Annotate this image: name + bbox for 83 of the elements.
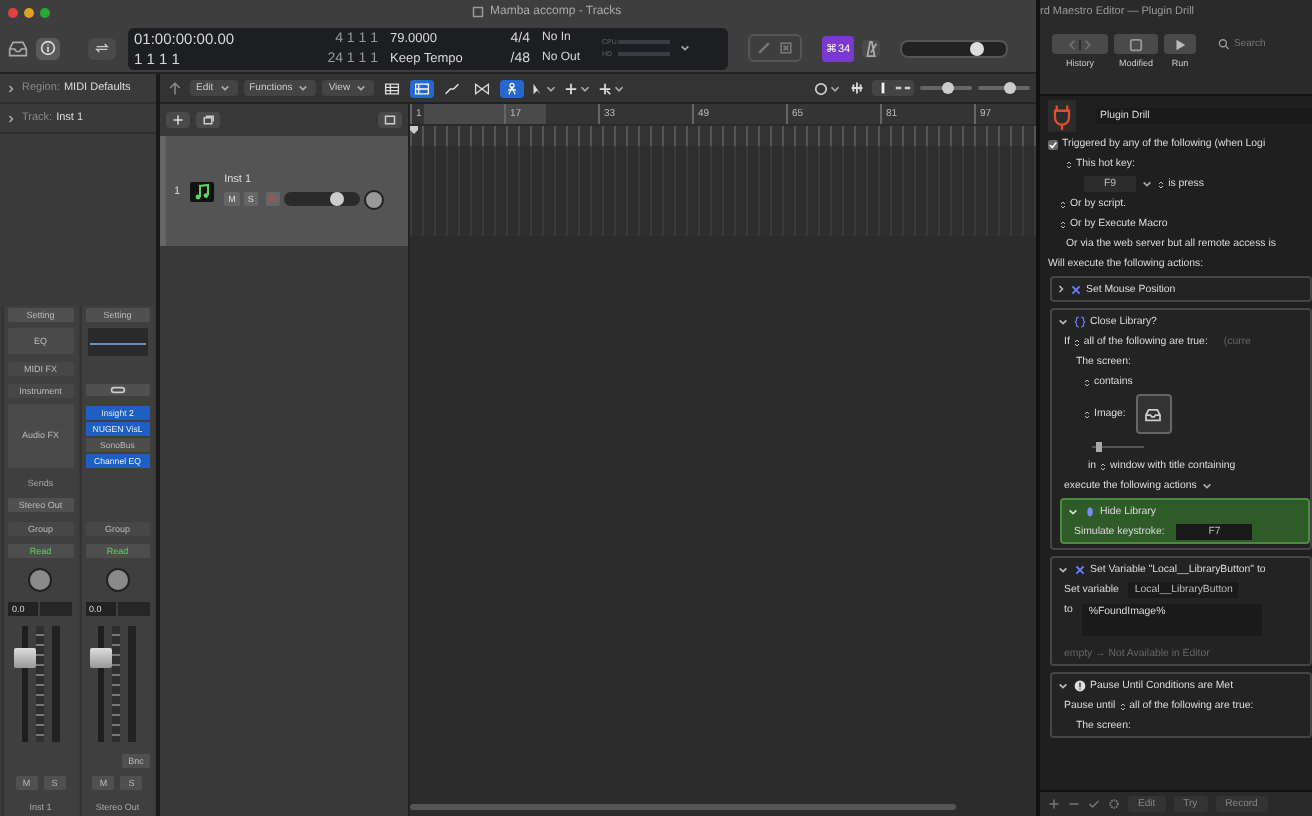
document-icon	[472, 6, 484, 18]
chevron-right-icon[interactable]	[8, 83, 14, 93]
pan-knob[interactable]	[105, 568, 130, 593]
link-icon	[109, 386, 126, 395]
chevron-down-icon	[219, 84, 230, 92]
disclosure-icon[interactable]	[1058, 317, 1068, 325]
window-icon	[384, 114, 396, 126]
pointer-tool-icon[interactable]	[530, 81, 559, 95]
chevron-down-icon	[298, 84, 309, 92]
view-button[interactable]	[470, 79, 495, 97]
volume-slider[interactable]	[900, 39, 1009, 57]
minimize-button[interactable]	[24, 7, 34, 17]
level-meter	[128, 625, 137, 742]
slider-thumb[interactable]	[1096, 441, 1103, 451]
eq-curve-display[interactable]	[87, 327, 148, 356]
meter-scale	[35, 625, 44, 742]
cycle-icon	[94, 40, 110, 56]
back-forward-icon	[1066, 37, 1094, 51]
braces-icon	[1074, 315, 1086, 327]
cycle-button[interactable]	[88, 37, 116, 59]
plug-icon[interactable]	[1048, 99, 1076, 131]
bowtie-icon	[474, 81, 491, 95]
search-icon	[1218, 38, 1232, 50]
waveform-icon[interactable]	[848, 80, 866, 96]
chevron-down-icon	[356, 84, 367, 92]
track-view-button[interactable]	[378, 112, 402, 128]
peak-display	[40, 601, 72, 616]
chevron-down-icon[interactable]	[1202, 482, 1213, 490]
level-meter	[51, 625, 60, 742]
meter-scale	[112, 625, 121, 742]
disclosure-icon[interactable]	[1068, 507, 1078, 515]
check-icon[interactable]	[1088, 798, 1100, 810]
duplicate-track-button[interactable]	[196, 112, 220, 128]
info-button[interactable]	[36, 37, 60, 59]
info-icon	[40, 40, 56, 56]
tray-icon	[1144, 407, 1163, 421]
curve-icon	[444, 81, 461, 95]
volume-thumb[interactable]	[969, 41, 984, 55]
gear-icon[interactable]	[1108, 798, 1120, 810]
exclamation-icon	[1074, 679, 1086, 691]
fader-handle[interactable]	[90, 648, 113, 669]
image-well[interactable]	[1135, 394, 1172, 434]
view-button[interactable]	[440, 79, 465, 97]
zoom-button[interactable]	[40, 7, 50, 17]
close-button[interactable]	[8, 7, 18, 17]
link-button[interactable]	[85, 384, 150, 397]
plus-icon	[172, 114, 184, 126]
list-icon	[414, 81, 431, 95]
person-icon	[504, 81, 521, 95]
variable-icon	[1070, 283, 1082, 295]
view-button[interactable]	[500, 79, 525, 97]
disclosure-icon[interactable]	[1058, 681, 1068, 689]
up-arrow-icon[interactable]	[166, 80, 184, 96]
music-note-icon	[190, 181, 215, 201]
zoom-thumb[interactable]	[1003, 82, 1016, 94]
metronome-icon[interactable]	[862, 39, 881, 57]
add-track-button[interactable]	[166, 112, 190, 128]
stack-icon	[202, 114, 214, 126]
disclosure-icon[interactable]	[1058, 284, 1064, 294]
note-pad-icon[interactable]	[778, 40, 794, 56]
disclosure-icon[interactable]	[1058, 565, 1068, 573]
chevron-right-icon[interactable]	[8, 113, 14, 123]
crosshair-tool-icon[interactable]	[564, 81, 593, 95]
view-button[interactable]	[410, 79, 435, 97]
variable-icon	[1074, 563, 1086, 575]
checkbox[interactable]	[1048, 139, 1058, 149]
pencil-icon[interactable]	[756, 40, 772, 56]
scroll-bar[interactable]	[410, 804, 956, 810]
track-lane[interactable]	[410, 146, 1036, 236]
volume-thumb[interactable]	[330, 192, 345, 206]
grid-icon	[384, 81, 401, 95]
pan-knob[interactable]	[28, 568, 53, 593]
tray-icon[interactable]	[8, 39, 28, 57]
chevron-down-icon[interactable]	[680, 44, 690, 52]
peak-display	[117, 601, 149, 616]
plus-icon[interactable]	[1048, 798, 1060, 810]
minus-icon[interactable]	[1068, 798, 1080, 810]
fader-handle[interactable]	[13, 648, 36, 669]
zoom-thumb[interactable]	[942, 82, 955, 94]
chevron-down-icon[interactable]	[1142, 180, 1153, 188]
view-button[interactable]	[380, 79, 405, 97]
pan-knob[interactable]	[364, 189, 385, 209]
marquee-tool-icon[interactable]	[598, 81, 627, 95]
